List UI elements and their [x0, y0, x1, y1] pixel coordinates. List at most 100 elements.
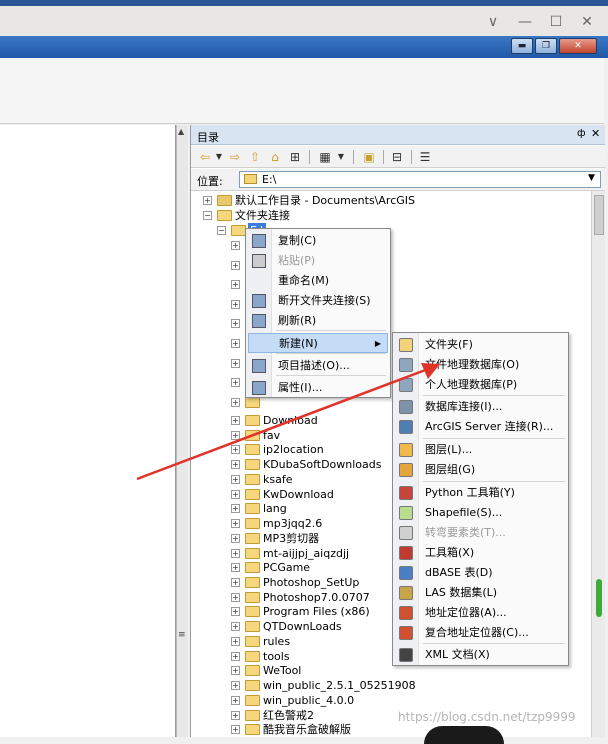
panel-close-icon[interactable]: ✕ — [591, 127, 600, 140]
expand-icon[interactable]: + — [231, 416, 240, 425]
expand-icon[interactable]: + — [231, 460, 240, 470]
expand-icon[interactable]: + — [231, 504, 240, 514]
new-submenu-item[interactable]: 地址定位器(A)... — [395, 603, 566, 623]
menu-item-label: 地址定位器(A)... — [425, 606, 507, 619]
dropdown-arrow-icon[interactable]: ▼ — [588, 173, 595, 183]
expand-icon[interactable]: + — [231, 339, 240, 348]
view-dropdown-icon[interactable]: ▼ — [333, 149, 349, 165]
context-menu-item[interactable]: 新建(N) ▶ — [248, 333, 388, 353]
home-icon[interactable]: ⌂ — [267, 149, 283, 165]
minimize-button[interactable]: — — [514, 14, 536, 30]
context-menu-item[interactable]: 复制(C) — [248, 231, 388, 251]
location-combobox[interactable]: E:\ ▼ — [239, 171, 601, 188]
expand-icon[interactable]: + — [231, 489, 240, 499]
splitter-grip-icon[interactable]: ≡ — [178, 630, 186, 640]
expand-icon[interactable]: + — [231, 474, 240, 484]
scroll-up-icon[interactable]: ▲ — [178, 127, 184, 136]
forward-arrow-icon[interactable]: ⇨ — [227, 149, 243, 165]
new-folder-icon[interactable]: ▣ — [361, 149, 377, 165]
inner-minimize-button[interactable]: ▬ — [511, 38, 533, 54]
expand-icon[interactable]: + — [231, 397, 240, 407]
chevron-down-icon[interactable]: ∨ — [482, 14, 504, 30]
database-connection-icon — [399, 400, 413, 414]
expand-icon[interactable]: + — [231, 563, 240, 573]
context-menu-item[interactable]: 重命名(M) — [248, 271, 388, 291]
expand-icon[interactable]: + — [231, 681, 240, 691]
expand-icon[interactable]: + — [231, 710, 240, 720]
expand-icon[interactable]: + — [231, 519, 240, 529]
new-submenu-item[interactable]: 工具箱(X) — [395, 543, 566, 563]
expand-icon[interactable]: + — [231, 666, 240, 676]
inner-restore-button[interactable]: ❐ — [535, 38, 557, 54]
menu-item-label: dBASE 表(D) — [425, 566, 493, 579]
expand-icon[interactable]: + — [231, 651, 240, 661]
context-menu-item[interactable]: 断开文件夹连接(S) — [248, 291, 388, 311]
expand-icon[interactable]: + — [231, 430, 240, 440]
expand-icon[interactable]: + — [231, 578, 240, 588]
tree-scrollbar[interactable] — [591, 191, 605, 737]
context-menu-item[interactable]: 粘贴(P) — [248, 251, 388, 271]
up-one-level-icon[interactable]: ⇧ — [247, 149, 263, 165]
expand-icon[interactable]: + — [231, 622, 240, 632]
context-menu-item[interactable]: 刷新(R) — [248, 311, 388, 331]
collapse-icon[interactable]: − — [217, 226, 226, 235]
new-submenu-item[interactable]: 图层(L)... — [395, 440, 566, 460]
context-menu-item[interactable]: 属性(I)... — [248, 378, 388, 398]
expand-icon[interactable]: + — [231, 533, 240, 543]
close-button[interactable]: ✕ — [576, 14, 598, 30]
expand-icon[interactable]: + — [231, 695, 240, 705]
new-submenu-item[interactable]: 文件地理数据库(O) — [395, 355, 566, 375]
new-submenu-item[interactable]: 转弯要素类(T)... — [395, 523, 566, 543]
expand-icon[interactable]: + — [231, 592, 240, 602]
menu-separator — [423, 395, 565, 396]
menu-item-label: 文件地理数据库(O) — [425, 358, 520, 371]
new-submenu-item[interactable]: Python 工具箱(Y) — [395, 483, 566, 503]
expand-icon[interactable]: + — [231, 299, 240, 309]
connect-folder-icon[interactable]: ⊞ — [287, 149, 303, 165]
back-dropdown-icon[interactable]: ▼ — [211, 149, 227, 165]
new-submenu-item[interactable]: dBASE 表(D) — [395, 563, 566, 583]
expand-icon[interactable]: + — [231, 607, 240, 617]
expand-icon[interactable]: + — [231, 636, 240, 646]
submenu-arrow-icon: ▶ — [374, 339, 381, 348]
tree-node-label: ksafe — [263, 472, 293, 486]
new-submenu-item[interactable]: 文件夹(F) — [395, 335, 566, 355]
expand-icon[interactable]: + — [231, 319, 240, 329]
new-submenu-item[interactable]: XML 文档(X) — [395, 645, 566, 665]
new-submenu-item[interactable]: 复合地址定位器(C)... — [395, 623, 566, 643]
new-submenu-item[interactable]: 数据库连接(I)... — [395, 397, 566, 417]
expand-icon[interactable]: + — [231, 358, 240, 368]
new-submenu-item[interactable]: 图层组(G) — [395, 460, 566, 480]
menu-separator — [423, 643, 565, 644]
inner-close-button[interactable]: ✕ — [559, 38, 597, 54]
tree-node-label: QTDownLoads — [263, 620, 342, 634]
expand-icon[interactable]: + — [231, 260, 240, 270]
options-icon[interactable]: ☰ — [417, 149, 433, 165]
pin-icon[interactable]: ф — [577, 128, 586, 139]
new-submenu-item[interactable]: Shapefile(S)... — [395, 503, 566, 523]
menu-item-label: 图层组(G) — [425, 463, 476, 476]
context-menu-item[interactable]: 项目描述(O)... — [248, 356, 388, 376]
map-view[interactable] — [0, 125, 176, 737]
location-row: 位置: E:\ ▼ — [191, 169, 605, 191]
expand-icon[interactable]: + — [231, 725, 240, 735]
expand-icon[interactable]: + — [231, 445, 240, 455]
expand-icon[interactable]: + — [231, 378, 240, 388]
scroll-thumb[interactable] — [594, 195, 604, 235]
splitter-grip[interactable] — [596, 579, 602, 617]
expand-icon[interactable]: + — [231, 548, 240, 558]
expand-icon[interactable]: + — [203, 196, 212, 205]
view-grid-icon[interactable]: ▦ — [317, 149, 333, 165]
maximize-button[interactable]: ☐ — [545, 14, 567, 30]
expand-icon[interactable]: + — [231, 241, 240, 250]
server-connection-icon — [399, 420, 413, 434]
collapse-icon[interactable]: − — [203, 211, 212, 220]
new-submenu-item[interactable]: LAS 数据集(L) — [395, 583, 566, 603]
expand-icon[interactable]: + — [231, 280, 240, 290]
toggle-tree-icon[interactable]: ⊟ — [389, 149, 405, 165]
new-submenu-item[interactable]: 个人地理数据库(P) — [395, 375, 566, 395]
new-submenu-item[interactable]: ArcGIS Server 连接(R)... — [395, 417, 566, 437]
map-splitter[interactable]: ▲ ≡ — [176, 125, 188, 737]
personal-geodatabase-icon — [399, 378, 413, 392]
menu-item-label: 重命名(M) — [278, 274, 330, 287]
